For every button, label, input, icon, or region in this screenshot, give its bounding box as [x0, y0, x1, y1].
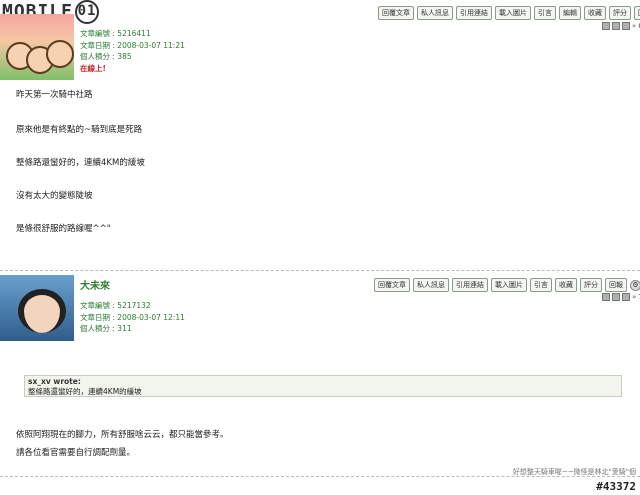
logo-mark-icon: 01	[75, 0, 100, 24]
edit-button[interactable]: 編輯	[559, 6, 581, 20]
private-message-button[interactable]: 私人訊息	[413, 278, 449, 292]
private-message-button[interactable]: 私人訊息	[417, 6, 453, 20]
avatar-face	[18, 289, 66, 333]
favorite-button[interactable]: 收藏	[555, 278, 577, 292]
post-toolbar: 回覆文章 私人訊息 引用連結 載入圖片 引言 收藏 評分 回報 ⚙ ×	[374, 278, 640, 292]
quote-header: sx_xv wrote:	[28, 377, 81, 386]
rate-button[interactable]: 評分	[580, 278, 602, 292]
post-toolbar: 回覆文章 私人訊息 引用連結 載入圖片 引言 編輯 收藏 評分 回報	[378, 6, 640, 20]
next-icon[interactable]	[622, 293, 630, 301]
floor-number-icon: »	[632, 22, 637, 30]
post-line: 昨天第一次騎中社路	[16, 90, 93, 100]
first-icon[interactable]	[602, 293, 610, 301]
rate-button[interactable]: 評分	[609, 6, 631, 20]
post-meta: 文章編號 : 5216411 文章日期 : 2008-03-07 11:21 個…	[80, 28, 185, 74]
prev-icon[interactable]	[612, 293, 620, 301]
article-number: 文章編號 : 5216411	[80, 29, 151, 38]
load-images-button[interactable]: 載入圖片	[495, 6, 531, 20]
reply-button[interactable]: 回覆文章	[374, 278, 410, 292]
report-button[interactable]: 回報	[605, 278, 627, 292]
post-line: 原來他是有終點的~騎到底是死路	[16, 125, 143, 135]
avatar[interactable]	[0, 275, 74, 341]
post-line: 是條很舒服的路線喔^^"	[16, 224, 111, 234]
post-divider	[0, 476, 640, 477]
article-number: 文章編號 : 5217132	[80, 301, 151, 310]
avatar-face-3	[46, 40, 74, 68]
article-date: 文章日期 : 2008-03-07 11:21	[80, 40, 185, 50]
avatar[interactable]	[0, 14, 74, 80]
quote-link-button[interactable]: 引用連結	[452, 278, 488, 292]
quote-button[interactable]: 引言	[530, 278, 552, 292]
first-icon[interactable]	[602, 22, 610, 30]
online-status: 在線上!	[80, 63, 106, 73]
username[interactable]: 大未來	[80, 277, 110, 292]
post-line: 請各位看官需要自行調配劑量。	[16, 448, 136, 458]
watermark: #43372	[596, 480, 636, 493]
favorite-button[interactable]: 收藏	[584, 6, 606, 20]
load-images-button[interactable]: 載入圖片	[491, 278, 527, 292]
user-points: 個人積分 : 311	[80, 324, 132, 333]
prev-icon[interactable]	[612, 22, 620, 30]
floor-indicator: » 6	[602, 22, 640, 30]
settings-icon[interactable]: ⚙	[630, 279, 640, 291]
quote-text: 整條路還蠻好的，連續4KM的緩坡	[28, 387, 142, 396]
quote-link-button[interactable]: 引用連結	[456, 6, 492, 20]
floor-number-icon: »	[632, 293, 637, 301]
article-date: 文章日期 : 2008-03-07 12:11	[80, 312, 185, 322]
post-meta: 文章編號 : 5217132 文章日期 : 2008-03-07 12:11 個…	[80, 300, 185, 335]
quote-button[interactable]: 引言	[534, 6, 556, 20]
report-button[interactable]: 回報	[634, 6, 640, 20]
post-line: 依照阿翔現在的腳力，所有舒服啥云云，都只能當參考。	[16, 430, 229, 440]
quote-box: sx_xv wrote: 整條路還蠻好的，連續4KM的緩坡	[24, 375, 622, 397]
post-line: 沒有太大的變態陡坡	[16, 191, 93, 201]
user-points: 個人積分 : 385	[80, 52, 132, 61]
floor-indicator: » 7	[602, 293, 640, 301]
post-divider	[0, 270, 640, 271]
reply-button[interactable]: 回覆文章	[378, 6, 414, 20]
post-line: 整條路還蠻好的，連續4KM的緩坡	[16, 158, 145, 168]
next-icon[interactable]	[622, 22, 630, 30]
